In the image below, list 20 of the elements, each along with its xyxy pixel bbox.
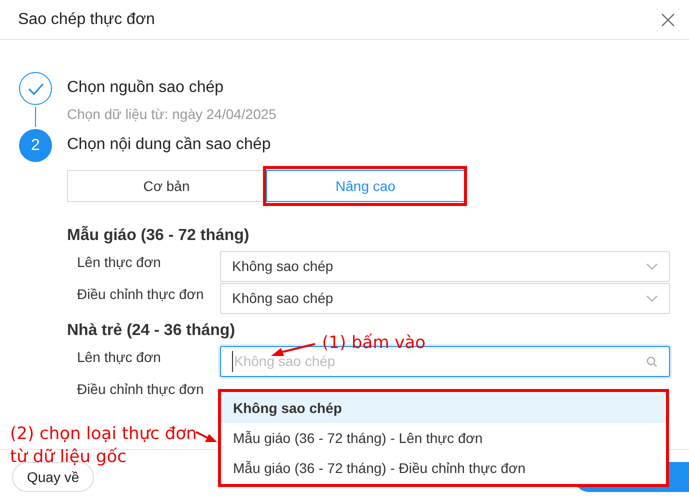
section-heading: Nhà trẻ (24 - 36 tháng): [67, 321, 236, 341]
dropdown-option[interactable]: Không sao chép: [221, 393, 666, 423]
mode-tab[interactable]: Cơ bản: [67, 170, 266, 202]
close-icon[interactable]: [661, 12, 675, 26]
search-icon: [646, 356, 658, 368]
step-title: Chọn nguồn sao chép: [67, 78, 225, 98]
arrow: [271, 343, 316, 356]
dialog-title: Sao chép thực đơn: [18, 10, 155, 30]
step-number: 2: [19, 129, 52, 162]
step-title: Chọn nội dung cần sao chép: [67, 135, 271, 155]
select-field[interactable]: Không sao chép: [220, 251, 670, 282]
chevron-down-icon: [646, 263, 658, 270]
field-label: Điều chỉnh thực đơn: [76, 285, 205, 304]
field-label: Điều chỉnh thực đơn: [76, 380, 205, 399]
field-label: Lên thực đơn: [76, 253, 162, 272]
section-heading: Mẫu giáo (36 - 72 tháng): [67, 224, 250, 246]
step-subtitle: Chọn dữ liệu từ: ngày 24/04/2025: [67, 105, 276, 124]
chevron-down-icon: [646, 295, 658, 302]
field-label: Lên thực đơn: [76, 348, 162, 367]
select-field[interactable]: Không sao chép: [220, 283, 670, 314]
